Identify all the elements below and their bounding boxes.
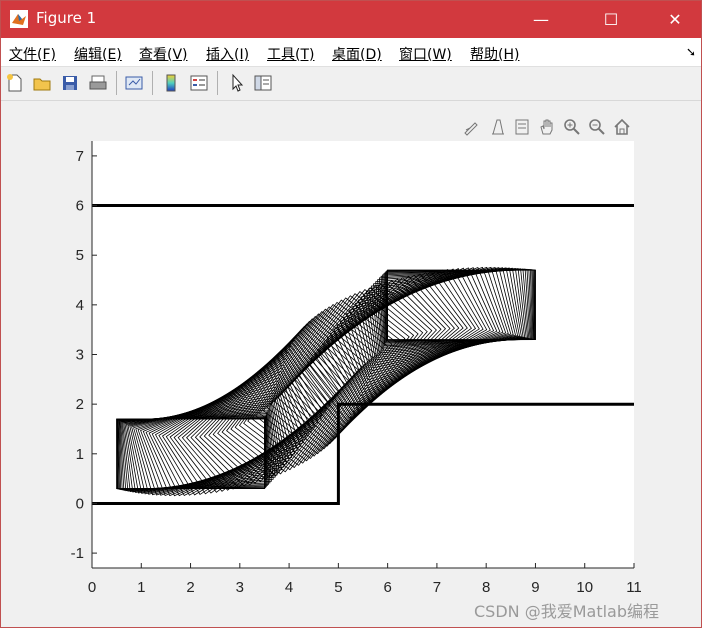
menu-window[interactable]: 窗口(W) — [399, 44, 452, 64]
maximize-button[interactable]: ☐ — [588, 0, 634, 38]
menu-tools[interactable]: 工具(T) — [267, 44, 314, 64]
property-editor-icon[interactable] — [251, 71, 275, 95]
x-tick-label: 11 — [626, 579, 642, 596]
window-title: Figure 1 — [36, 9, 97, 27]
toolbar-separator — [152, 71, 153, 95]
toolbar-separator — [116, 71, 117, 95]
close-button[interactable]: ✕ — [648, 0, 702, 38]
new-figure-icon[interactable] — [3, 71, 27, 95]
menu-file[interactable]: 文件(F) — [9, 44, 56, 64]
x-tick-label: 8 — [482, 579, 490, 596]
matlab-logo-icon — [10, 10, 28, 28]
x-tick-label: 7 — [433, 579, 441, 596]
x-tick-label: 3 — [236, 579, 244, 596]
print-icon[interactable] — [86, 71, 110, 95]
x-tick-label: 4 — [285, 579, 293, 596]
y-tick-label: 5 — [76, 247, 84, 264]
y-tick-label: 3 — [76, 347, 84, 364]
y-tick-label: 6 — [76, 198, 84, 215]
open-file-icon[interactable] — [30, 71, 54, 95]
colorbar-icon[interactable] — [159, 71, 183, 95]
pointer-icon[interactable] — [224, 71, 248, 95]
link-plot-icon[interactable] — [122, 71, 146, 95]
menu-edit[interactable]: 编辑(E) — [74, 44, 122, 64]
x-tick-label: 5 — [334, 579, 342, 596]
x-tick-label: 0 — [88, 579, 96, 596]
minimize-icon: — — [533, 9, 549, 29]
save-icon[interactable] — [58, 71, 82, 95]
dock-arrow-icon[interactable]: ➘ — [686, 45, 696, 59]
y-tick-label: 4 — [76, 297, 84, 314]
y-tick-label: 0 — [76, 495, 84, 512]
menu-desktop[interactable]: 桌面(D) — [332, 44, 382, 64]
x-tick-label: 9 — [531, 579, 539, 596]
y-tick-label: 7 — [76, 148, 84, 165]
menu-bar: 文件(F) 编辑(E) 查看(V) 插入(I) 工具(T) 桌面(D) 窗口(W… — [0, 38, 702, 67]
y-tick-label: 2 — [76, 396, 84, 413]
y-tick-label: -1 — [71, 545, 84, 562]
menu-help[interactable]: 帮助(H) — [470, 44, 519, 64]
x-tick-label: 1 — [137, 579, 145, 596]
title-bar: Figure 1 — ☐ ✕ — [0, 0, 702, 38]
legend-icon[interactable] — [187, 71, 211, 95]
menu-view[interactable]: 查看(V) — [139, 44, 188, 64]
x-tick-label: 2 — [186, 579, 194, 596]
menu-insert[interactable]: 插入(I) — [206, 44, 249, 64]
maximize-icon: ☐ — [603, 9, 619, 29]
figure-toolbar — [0, 67, 702, 101]
watermark: CSDN @我爱Matlab编程 — [474, 602, 659, 621]
x-tick-label: 6 — [383, 579, 391, 596]
x-tick-label: 10 — [576, 579, 593, 596]
minimize-button[interactable]: — — [518, 0, 564, 38]
figure-axes[interactable]: 0 1 2 3 4 5 6 7 8 9 10 11-101234567 — [0, 100, 702, 600]
close-icon: ✕ — [668, 9, 682, 29]
toolbar-separator — [217, 71, 218, 95]
y-tick-label: 1 — [76, 446, 84, 463]
